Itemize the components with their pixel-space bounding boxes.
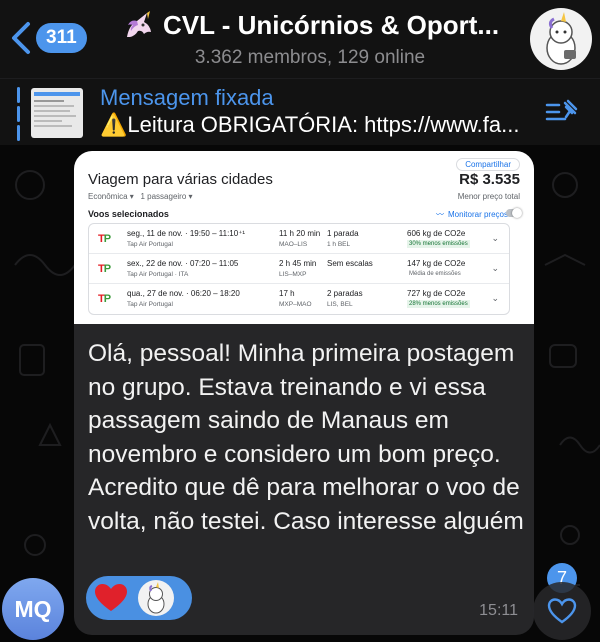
pinned-text: ⚠️Leitura OBRIGATÓRIA: https://www.fa... [100,112,550,138]
trip-price: R$ 3.535 [459,171,520,188]
unicorn-icon [126,10,151,37]
flight-route: MXP–MAO [279,301,312,308]
chat-title-area[interactable]: CVL - Unicórnios & Oport... 3.362 membro… [110,10,510,69]
flight-co2-note: Média de emissões [409,271,461,277]
flight-row[interactable]: TP seg., 11 de nov. · 19:50 – 11:10⁺¹ Tap … [89,224,509,254]
group-avatar[interactable] [530,8,592,70]
flight-row[interactable]: TP qua., 27 de nov. · 06:20 – 18:20 Tap Ai… [89,284,509,314]
flight-time: seg., 11 de nov. · 19:50 – 11:10⁺¹ [127,229,246,238]
monitor-toggle [506,208,522,218]
reactor-avatar [138,580,174,616]
trend-icon: 〰 [435,210,444,219]
heart-icon [95,584,127,611]
back-button[interactable]: 311 [8,20,87,56]
flight-duration: 11 h 20 min [279,229,321,238]
flight-stops: 1 parada [327,229,359,238]
flight-co2-note: 30% menos emissões [407,240,470,248]
message-text: Olá, pessoal! Minha primeira postagem no… [88,340,524,535]
reactions-bar[interactable] [86,576,192,620]
trip-class: Econômica [88,192,128,201]
flight-airline: Tap Air Portugal [127,301,173,308]
pin-list-icon[interactable] [544,97,580,127]
chat-header: 311 CVL - Unicórnios & Oport... 3.362 me… [0,0,600,78]
trip-title: Viagem para várias cidades [88,171,273,188]
document-thumbnail-icon [34,92,80,127]
pinned-message-bar[interactable]: Mensagem fixada ⚠️Leitura OBRIGATÓRIA: h… [0,78,600,145]
flight-route: MAO–LIS [279,241,308,248]
flight-row[interactable]: TP sex., 22 de nov. · 07:20 – 11:05 Tap Ai… [89,254,509,284]
back-chevron-icon [12,22,30,54]
warning-icon: ⚠️ [100,112,128,137]
message-bubble[interactable]: Compartilhar Viagem para várias cidades … [74,151,534,635]
unicorn-avatar-icon [546,12,576,65]
selected-flights-label: Voos selecionados [88,209,169,219]
flight-co2-note: 28% menos emissões [407,300,470,308]
flight-stops: Sem escalas [327,259,373,268]
tap-logo-icon: TP [98,233,111,245]
monitor-prices: 〰 Monitorar preços [436,209,508,220]
flight-screenshot[interactable]: Compartilhar Viagem para várias cidades … [74,151,534,324]
trip-passengers: 1 passageiro [140,192,187,201]
lowest-price-label: Menor preço total [457,192,520,201]
tap-logo-icon: TP [98,263,111,275]
pin-marker [17,87,20,141]
chat-title: CVL - Unicórnios & Oport... [110,10,510,41]
like-heart-icon [547,598,577,624]
chat-subtitle: 3.362 membros, 129 online [194,47,426,68]
flight-time: qua., 27 de nov. · 06:20 – 18:20 [127,289,240,298]
flight-stops: 2 paradas [327,289,363,298]
flight-co2: 727 kg de CO2e [407,289,466,298]
flight-route: LIS–MXP [279,271,307,278]
monitor-prices-label: Monitorar preços [447,210,508,219]
unicorn-avatar-icon [147,582,165,614]
flight-airline: Tap Air Portugal [127,241,173,248]
pinned-thumbnail [31,88,83,138]
share-button: Compartilhar [456,158,520,171]
trip-meta: Econômica ▾ 1 passageiro ▾ [88,192,193,201]
flight-stop-detail: 1 h BEL [327,241,351,248]
pinned-text-content: Leitura OBRIGATÓRIA: https://www.fa... [127,112,520,137]
message-time: 15:11 [479,602,518,619]
flight-airline: Tap Air Portugal · ITA [127,271,189,278]
chevron-down-icon[interactable]: ⌄ [491,263,499,274]
sender-avatar[interactable]: MQ [2,578,64,640]
unread-chats-badge: 311 [36,23,87,53]
tap-logo-icon: TP [98,293,111,305]
flight-stop-detail: LIS, BEL [327,301,353,308]
flight-duration: 2 h 45 min [279,259,317,268]
flight-duration: 17 h [279,289,295,298]
like-button[interactable] [533,582,591,640]
flight-co2: 606 kg de CO2e [407,229,466,238]
flight-co2: 147 kg de CO2e [407,259,466,268]
chevron-down-icon[interactable]: ⌄ [491,233,499,244]
pinned-title: Mensagem fixada [100,85,274,110]
flight-time: sex., 22 de nov. · 07:20 – 11:05 [127,259,239,268]
chat-title-text: CVL - Unicórnios & Oport... [162,10,500,40]
chevron-down-icon[interactable]: ⌄ [491,293,499,304]
flights-list: TP seg., 11 de nov. · 19:50 – 11:10⁺¹ Tap … [88,223,510,315]
